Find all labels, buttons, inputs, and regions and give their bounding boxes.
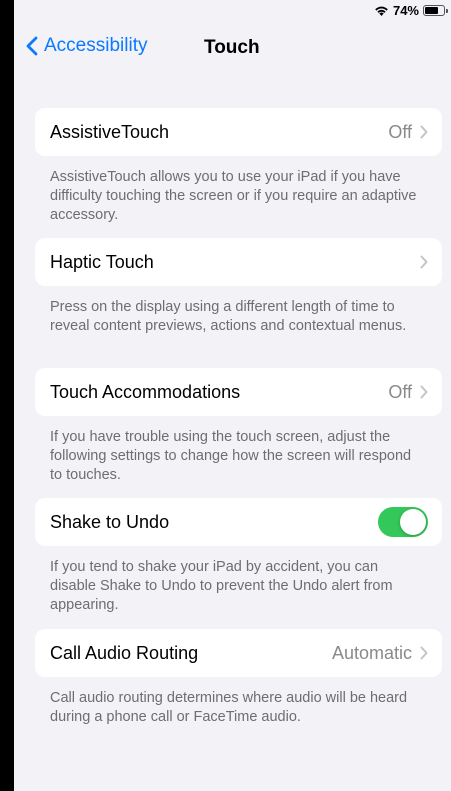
haptic-touch-row[interactable]: Haptic Touch xyxy=(35,238,442,286)
back-button[interactable]: Accessibility xyxy=(26,35,147,57)
battery-icon xyxy=(423,5,448,16)
assistive-touch-footer: AssistiveTouch allows you to use your iP… xyxy=(50,169,417,223)
touch-accommodations-value: Off xyxy=(388,381,412,402)
chevron-right-icon xyxy=(420,385,428,399)
touch-accommodations-row[interactable]: Touch Accommodations Off xyxy=(35,368,442,416)
assistive-touch-value: Off xyxy=(388,121,412,142)
haptic-touch-label: Haptic Touch xyxy=(50,251,154,272)
navigation-bar: Accessibility Touch xyxy=(14,30,451,66)
assistive-touch-label: AssistiveTouch xyxy=(50,121,170,142)
touch-accommodations-label: Touch Accommodations xyxy=(50,381,241,402)
call-audio-routing-detail: Automatic xyxy=(332,643,428,664)
chevron-right-icon xyxy=(420,255,428,269)
touch-accommodations-footer: If you have trouble using the touch scre… xyxy=(50,429,412,483)
toggle-knob xyxy=(400,509,426,535)
call-audio-routing-footer: Call audio routing determines where audi… xyxy=(50,690,408,725)
haptic-touch-detail xyxy=(420,255,428,269)
touch-accommodations-detail: Off xyxy=(388,382,428,403)
chevron-right-icon xyxy=(420,125,428,139)
battery-level-fill xyxy=(425,7,439,14)
shake-to-undo-label: Shake to Undo xyxy=(50,511,170,532)
back-button-label: Accessibility xyxy=(44,35,148,56)
chevron-right-icon xyxy=(420,646,428,660)
status-bar: 74% xyxy=(14,0,451,24)
shake-to-undo-footer: If you tend to shake your iPad by accide… xyxy=(50,559,393,613)
battery-cap xyxy=(446,9,448,13)
shake-to-undo-row: Shake to Undo xyxy=(35,498,442,546)
settings-screen: 74% Accessibility Touch AssistiveTouch O… xyxy=(14,0,451,791)
call-audio-routing-row[interactable]: Call Audio Routing Automatic xyxy=(35,629,442,677)
call-audio-routing-value: Automatic xyxy=(331,642,412,663)
assistive-touch-detail: Off xyxy=(388,122,428,143)
battery-percent: 74% xyxy=(392,3,419,18)
haptic-touch-footer: Press on the display using a different l… xyxy=(50,299,407,334)
chevron-left-icon xyxy=(26,36,38,56)
wifi-icon xyxy=(374,5,389,16)
page-title: Touch xyxy=(204,37,260,58)
shake-to-undo-toggle[interactable] xyxy=(378,507,428,537)
status-indicators: 74% xyxy=(374,3,448,18)
assistive-touch-row[interactable]: AssistiveTouch Off xyxy=(35,108,442,156)
call-audio-routing-label: Call Audio Routing xyxy=(50,642,199,663)
settings-list: AssistiveTouch Off AssistiveTouch allows… xyxy=(35,108,442,759)
